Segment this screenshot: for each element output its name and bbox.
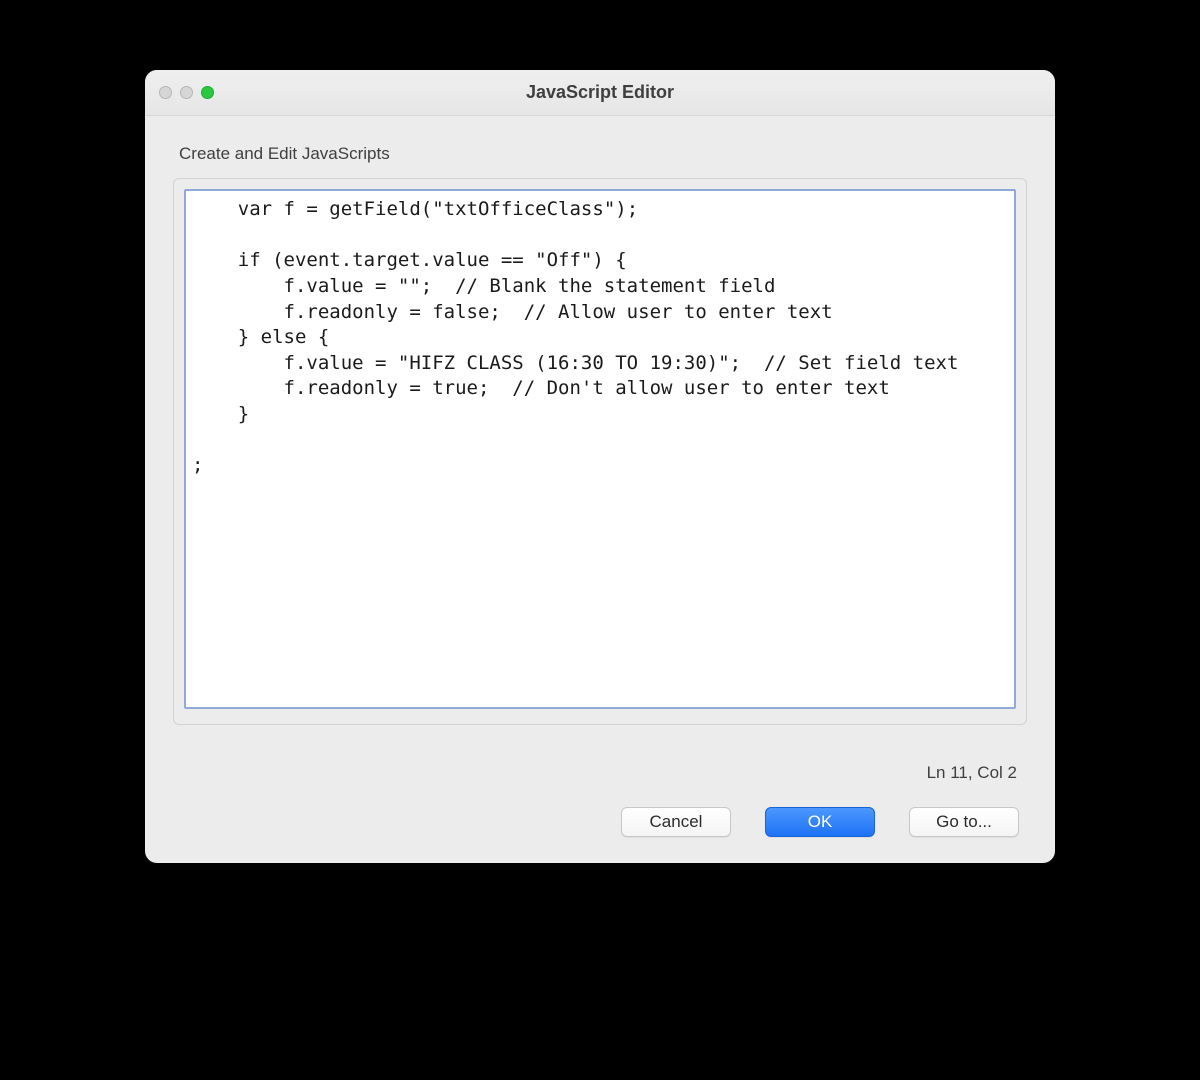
cancel-button[interactable]: Cancel (621, 807, 731, 837)
section-label: Create and Edit JavaScripts (179, 144, 1027, 164)
code-textarea[interactable] (184, 189, 1016, 709)
window-controls (159, 86, 214, 99)
button-row: Cancel OK Go to... (173, 807, 1027, 841)
zoom-window-icon[interactable] (201, 86, 214, 99)
window-title: JavaScript Editor (145, 82, 1055, 103)
ok-button[interactable]: OK (765, 807, 875, 837)
editor-window: JavaScript Editor Create and Edit JavaSc… (145, 70, 1055, 863)
minimize-window-icon[interactable] (180, 86, 193, 99)
editor-frame (173, 178, 1027, 725)
titlebar: JavaScript Editor (145, 70, 1055, 116)
goto-button[interactable]: Go to... (909, 807, 1019, 837)
cursor-position: Ln 11, Col 2 (173, 763, 1017, 783)
close-window-icon[interactable] (159, 86, 172, 99)
dialog-content: Create and Edit JavaScripts Ln 11, Col 2… (145, 116, 1055, 863)
